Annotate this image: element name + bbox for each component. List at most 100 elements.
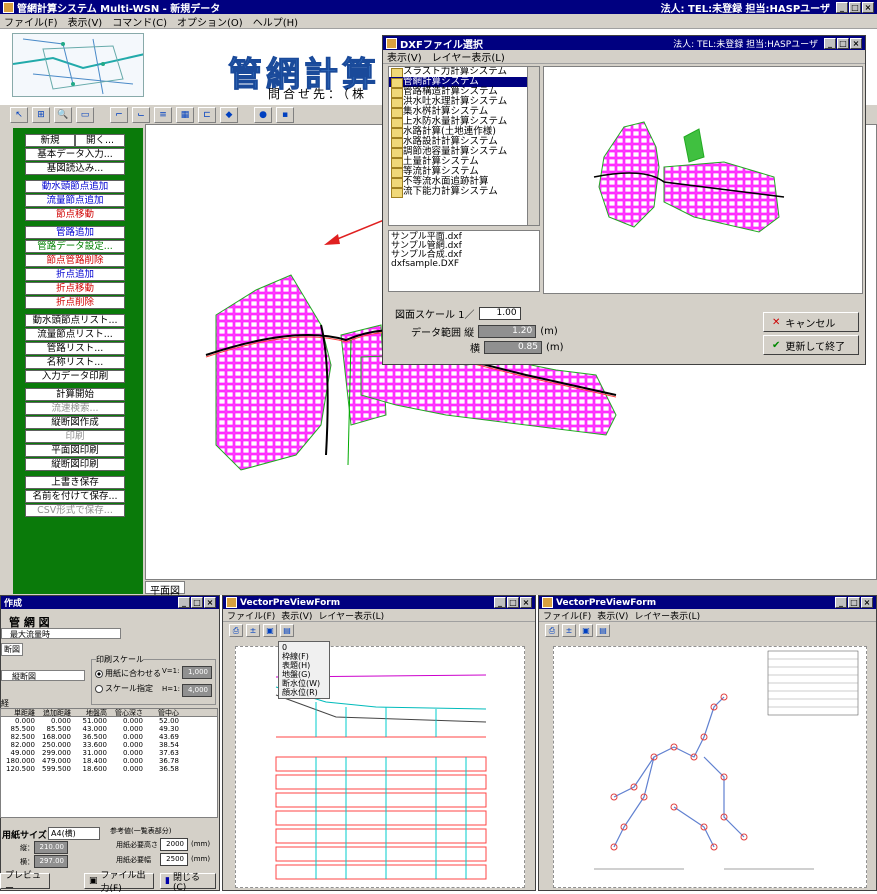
left-maximize-icon[interactable]: □ bbox=[191, 597, 203, 608]
profile-combo[interactable]: 縦断図 bbox=[1, 670, 85, 681]
dialog-minimize-icon[interactable]: _ bbox=[824, 37, 836, 49]
table-cell: 0.000 bbox=[122, 733, 143, 741]
mid-fit-icon[interactable]: ▣ bbox=[263, 624, 277, 637]
table-cell: 479.000 bbox=[42, 757, 71, 765]
ref-width-value[interactable]: 2500 bbox=[160, 853, 188, 866]
vector-preview-window-2: VectorPreViewForm _ □ × ファイル(F) 表示(V) レイヤー… bbox=[538, 595, 877, 891]
dropdown-item[interactable]: 枠線(F) bbox=[282, 652, 326, 661]
table-row[interactable]: 85.500 85.500 43.000 0.000 49.30 bbox=[1, 725, 217, 733]
mid-menu-file[interactable]: ファイル(F) bbox=[227, 609, 275, 622]
dialog-titlebar[interactable]: DXFファイル選択 法人: TEL:未登録 担当:HASPユーザ _ □ × bbox=[383, 36, 865, 51]
mid-zoom-icon[interactable]: ± bbox=[246, 624, 260, 637]
mid-menu-view[interactable]: 表示(V) bbox=[281, 609, 312, 622]
table-cell: 36.58 bbox=[158, 765, 179, 773]
paper-w-label: 横： bbox=[20, 858, 34, 866]
ref-width-unit: (mm) bbox=[191, 855, 211, 863]
left-close-icon[interactable]: × bbox=[204, 597, 216, 608]
table-row[interactable]: 180.000 479.000 18.400 0.000 36.78 bbox=[1, 757, 217, 765]
folder-list[interactable]: スラスト力計算システム 管網計算システム 管路構造計算システム 洪水吐水理計算シ… bbox=[388, 66, 540, 226]
range-h-unit: (m) bbox=[546, 342, 564, 353]
paper-w-value: 297.00 bbox=[34, 855, 68, 868]
dialog-maximize-icon[interactable]: □ bbox=[837, 37, 849, 49]
table-cell: 85.500 bbox=[10, 725, 36, 733]
range-v-unit: (m) bbox=[540, 326, 558, 337]
mid-close-icon[interactable]: × bbox=[520, 597, 532, 608]
mid-maximize-icon[interactable]: □ bbox=[507, 597, 519, 608]
paper-h-label: 縦： bbox=[20, 844, 34, 852]
dialog-close-icon[interactable]: × bbox=[850, 37, 862, 49]
table-row[interactable]: 0.000 0.000 51.000 0.000 52.00 bbox=[1, 717, 217, 725]
right-app-icon bbox=[542, 597, 553, 608]
print-scale-label: 印刷スケール bbox=[96, 654, 144, 665]
ref-height-value[interactable]: 2000 bbox=[160, 838, 188, 851]
network-page-preview bbox=[553, 646, 867, 888]
table-cell: 52.00 bbox=[158, 717, 179, 725]
right-minimize-icon[interactable]: _ bbox=[835, 597, 847, 608]
paper-select[interactable]: A4(横) bbox=[48, 827, 100, 840]
table-cell: 82.000 bbox=[10, 741, 36, 749]
dropdown-item[interactable]: 地盤(G) bbox=[282, 670, 326, 679]
right-print-icon[interactable]: ⎙ bbox=[545, 624, 559, 637]
vector-preview-window-1: VectorPreViewForm _ □ × ファイル(F) 表示(V) レイヤー… bbox=[222, 595, 536, 891]
dialog-menu-layer[interactable]: レイヤー表示(L) bbox=[432, 49, 505, 64]
left-minimize-icon[interactable]: _ bbox=[178, 597, 190, 608]
table-cell: 31.000 bbox=[82, 749, 108, 757]
update-finish-button[interactable]: ✔ 更新して終了 bbox=[763, 335, 859, 355]
dropdown-item[interactable]: 断水位(W) bbox=[282, 679, 326, 688]
mid-menu-layer[interactable]: レイヤー表示(L) bbox=[318, 609, 384, 622]
v-scale-label: V=1: bbox=[162, 667, 180, 675]
table-cell: 18.600 bbox=[82, 765, 108, 773]
right-menu-layer[interactable]: レイヤー表示(L) bbox=[634, 609, 700, 622]
ref-height-label: 用紙必要高さ bbox=[116, 841, 158, 849]
right-layer-icon[interactable]: ▤ bbox=[596, 624, 610, 637]
right-maximize-icon[interactable]: □ bbox=[848, 597, 860, 608]
radio-scale[interactable]: スケール指定 bbox=[95, 683, 153, 694]
ref-label: 参考値(一覧表部分) bbox=[110, 827, 172, 835]
radio-fit[interactable]: 用紙に合わせる bbox=[95, 668, 161, 679]
print-scale-group: 印刷スケール 用紙に合わせる スケール指定 V=1: 1,000 H=1: 4,… bbox=[91, 654, 216, 705]
right-zoom-icon[interactable]: ± bbox=[562, 624, 576, 637]
folder-item[interactable]: 流下能力計算システム bbox=[389, 187, 539, 198]
mid-titlebar[interactable]: VectorPreViewForm _ □ × bbox=[223, 596, 535, 609]
right-fit-icon[interactable]: ▣ bbox=[579, 624, 593, 637]
dropdown-item[interactable]: 顔水位(R) bbox=[282, 688, 326, 697]
right-titlebar[interactable]: VectorPreViewForm _ □ × bbox=[539, 596, 876, 609]
dropdown-item[interactable]: 表題(H) bbox=[282, 661, 326, 670]
table-cell: 36.78 bbox=[158, 757, 179, 765]
tab-profile[interactable]: 断図 bbox=[1, 643, 23, 656]
dialog-menubar: 表示(V) レイヤー表示(L) bbox=[383, 50, 865, 64]
mid-print-icon[interactable]: ⎙ bbox=[229, 624, 243, 637]
preview-button[interactable]: プレビュー bbox=[0, 871, 50, 894]
right-menu-file[interactable]: ファイル(F) bbox=[543, 609, 591, 622]
right-menu-view[interactable]: 表示(V) bbox=[597, 609, 628, 622]
table-cell: 36.500 bbox=[82, 733, 108, 741]
folder-scrollbar[interactable] bbox=[527, 67, 539, 225]
table-row[interactable]: 82.500 168.000 36.500 0.000 43.69 bbox=[1, 733, 217, 741]
table-cell: 299.000 bbox=[42, 749, 71, 757]
layer-dropdown-menu[interactable]: 0 枠線(F) 表題(H) 地盤(G) 断水位(W) 顔水位(R) bbox=[278, 641, 330, 699]
mid-layer-icon[interactable]: ▤ bbox=[280, 624, 294, 637]
profile-table[interactable]: 単距離 追加距離 地盤高 管心深さ 管中心 0.000 0.000 51.000 0.000 5… bbox=[0, 708, 218, 818]
dialog-menu-view[interactable]: 表示(V) bbox=[387, 49, 422, 64]
left-titlebar[interactable]: 作成 _ □ × bbox=[1, 596, 219, 609]
file-output-button[interactable]: ▣ ファイル出力(F) bbox=[84, 871, 154, 894]
right-close-icon[interactable]: × bbox=[861, 597, 873, 608]
scale-input[interactable]: 1.00 bbox=[478, 307, 521, 320]
condition-select[interactable]: 最大流量時 bbox=[1, 628, 121, 639]
file-list[interactable]: サンプル平面.dxf サンプル管網.dxf サンプル合成.dxf dxfsamp… bbox=[388, 230, 540, 292]
cancel-button[interactable]: ✕ キャンセル bbox=[763, 312, 859, 332]
file-item[interactable]: dxfsample.DXF bbox=[391, 260, 537, 269]
table-cell: 0.000 bbox=[14, 717, 35, 725]
dropdown-item[interactable]: 0 bbox=[282, 643, 326, 652]
mid-minimize-icon[interactable]: _ bbox=[494, 597, 506, 608]
table-row[interactable]: 82.000 250.000 33.600 0.000 38.54 bbox=[1, 741, 217, 749]
table-cell: 85.500 bbox=[46, 725, 72, 733]
dxf-select-dialog: DXFファイル選択 法人: TEL:未登録 担当:HASPユーザ _ □ × 表示(… bbox=[382, 35, 866, 365]
range-h-value: 0.85 bbox=[484, 341, 542, 354]
table-row[interactable]: 120.500 599.500 18.600 0.000 36.58 bbox=[1, 765, 217, 773]
cancel-icon: ✕ bbox=[772, 316, 781, 328]
ref-width-label: 用紙必要幅 bbox=[116, 856, 151, 864]
close-button[interactable]: ▮ 閉じる(C) bbox=[160, 873, 216, 893]
table-row[interactable]: 49.000 299.000 31.000 0.000 37.63 bbox=[1, 749, 217, 757]
ref-height-unit: (mm) bbox=[191, 840, 211, 848]
